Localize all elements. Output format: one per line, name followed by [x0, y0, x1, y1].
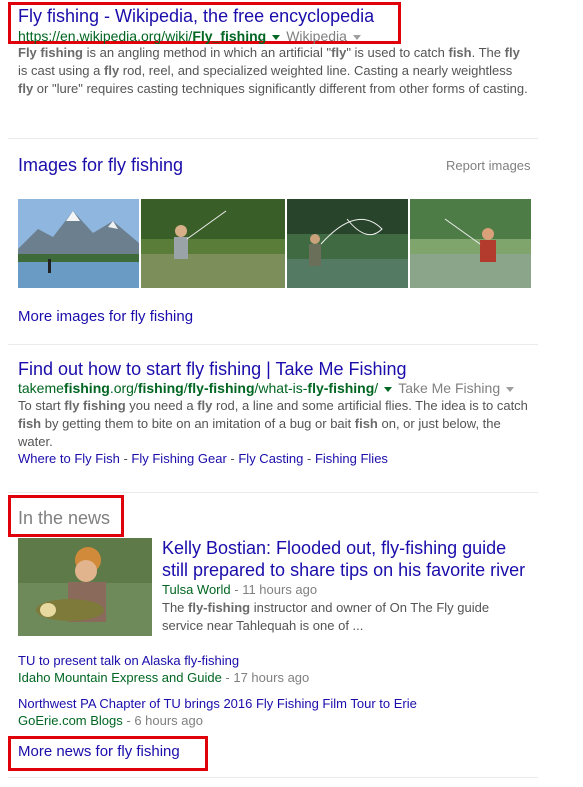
- url-bold: fly-fishing: [307, 380, 375, 396]
- snippet-bold: Fly fishing: [18, 45, 83, 60]
- url-text: .org/: [109, 380, 138, 396]
- news-top-time: - 11 hours ago: [230, 582, 318, 597]
- snippet-bold: fish: [354, 416, 378, 431]
- dropdown-caret-icon[interactable]: [352, 34, 361, 40]
- report-images-link[interactable]: Report images: [446, 158, 531, 173]
- divider: [8, 777, 538, 778]
- images-heading-link[interactable]: Images for fly fishing: [18, 155, 183, 176]
- news-top-title-link[interactable]: Kelly Bostian: Flooded out, fly-fishing …: [162, 537, 534, 581]
- news-item-2-title[interactable]: Northwest PA Chapter of TU brings 2016 F…: [18, 696, 417, 711]
- dropdown-caret-icon[interactable]: [506, 386, 515, 392]
- news-item-2-meta: GoErie.com Blogs - 6 hours ago: [18, 713, 203, 728]
- angler-casting-image: [287, 199, 408, 288]
- angler-river-image: [410, 199, 531, 288]
- image-thumb-2[interactable]: [141, 199, 285, 288]
- sitelink-where-to-fly-fish[interactable]: Where to Fly Fish: [18, 451, 120, 466]
- sitelink-fly-casting[interactable]: Fly Casting: [238, 451, 303, 466]
- dropdown-caret-icon[interactable]: [384, 386, 393, 392]
- snippet-bold: fly: [197, 398, 213, 413]
- result1-url: https://en.wikipedia.org/wiki/Fly_fishin…: [18, 28, 367, 44]
- divider: [8, 344, 538, 345]
- snippet-bold: fish: [448, 45, 472, 60]
- snippet-text: is cast using a: [18, 63, 104, 78]
- news-item-1-source: Idaho Mountain Express and Guide: [18, 670, 222, 685]
- snippet-bold: fly fishing: [64, 398, 126, 413]
- news-item-2-source: GoErie.com Blogs: [18, 713, 123, 728]
- snippet-text: rod, reel, and specialized weighted line…: [119, 63, 513, 78]
- result1-source: Wikipedia: [286, 28, 347, 44]
- news-heading: In the news: [18, 508, 111, 528]
- image-thumb-1[interactable]: [18, 199, 139, 288]
- snippet-text: " is used to catch: [346, 45, 449, 60]
- snippet-bold: fly: [331, 45, 347, 60]
- snippet-bold: fly-fishing: [188, 600, 251, 615]
- snippet-bold: fish: [18, 416, 42, 431]
- news-top-snippet: The fly-fishing instructor and owner of …: [162, 599, 522, 635]
- news-thumbnail[interactable]: [18, 538, 152, 636]
- result1-url-bold: Fly_fishing: [192, 28, 267, 44]
- result2-title-link[interactable]: Find out how to start fly fishing | Take…: [18, 359, 407, 380]
- snippet-text: . The: [471, 45, 505, 60]
- result1-title-link[interactable]: Fly fishing - Wikipedia, the free encycl…: [18, 6, 374, 27]
- snippet-text: To start: [18, 398, 65, 413]
- sitelink-separator: -: [226, 451, 239, 466]
- snippet-text: is an angling method in which an artific…: [83, 45, 332, 60]
- url-bold: fishing: [63, 380, 110, 396]
- url-text: takeme: [18, 380, 64, 396]
- news-item-1-title[interactable]: TU to present talk on Alaska fly-fishing: [18, 653, 239, 668]
- image-thumb-4[interactable]: [410, 199, 531, 288]
- angler-with-fish-image: [18, 538, 152, 636]
- sitelink-fishing-flies[interactable]: Fishing Flies: [315, 451, 388, 466]
- snippet-bold: fly: [104, 63, 120, 78]
- result2-sitelinks: Where to Fly Fish - Fly Fishing Gear - F…: [18, 451, 388, 466]
- url-bold: fishing: [137, 380, 184, 396]
- url-text: /what-is-: [254, 380, 308, 396]
- news-item-1-time: - 17 hours ago: [221, 670, 310, 685]
- news-item-2-time: - 6 hours ago: [122, 713, 203, 728]
- sitelink-separator: -: [303, 451, 315, 466]
- snippet-text: or "lure" requires casting techniques si…: [33, 81, 528, 96]
- url-bold: fly-fishing: [187, 380, 255, 396]
- snippet-text: you need a: [125, 398, 198, 413]
- sitelink-separator: -: [119, 451, 132, 466]
- image-thumb-3[interactable]: [287, 199, 408, 288]
- more-news-link[interactable]: More news for fly fishing: [18, 743, 180, 760]
- sitelink-fly-fishing-gear[interactable]: Fly Fishing Gear: [131, 451, 226, 466]
- result2-url: takemefishing.org/fishing/fly-fishing/wh…: [18, 380, 520, 396]
- url-text: /: [374, 380, 379, 396]
- angler-wading-image: [141, 199, 285, 288]
- snippet-bold: fly: [18, 81, 34, 96]
- news-item-1-meta: Idaho Mountain Express and Guide - 17 ho…: [18, 670, 309, 685]
- mountain-lake-image: [18, 199, 139, 288]
- divider: [8, 138, 538, 139]
- snippet-bold: fly: [504, 45, 520, 60]
- result2-snippet: To start fly fishing you need a fly rod,…: [18, 397, 530, 451]
- result2-source: Take Me Fishing: [398, 380, 501, 396]
- dropdown-caret-icon[interactable]: [272, 34, 281, 40]
- snippet-text: rod, a line and some artificial flies. T…: [212, 398, 528, 413]
- divider: [8, 492, 538, 493]
- result1-snippet: Fly fishing is an angling method in whic…: [18, 44, 530, 98]
- snippet-text: by getting them to bite on an imitation …: [41, 416, 355, 431]
- result1-url-prefix: https://en.wikipedia.org/wiki/: [18, 28, 193, 44]
- news-top-meta: Tulsa World - 11 hours ago: [162, 582, 317, 597]
- more-images-link[interactable]: More images for fly fishing: [18, 308, 193, 325]
- news-top-source: Tulsa World: [162, 582, 231, 597]
- snippet-text: The: [162, 600, 189, 615]
